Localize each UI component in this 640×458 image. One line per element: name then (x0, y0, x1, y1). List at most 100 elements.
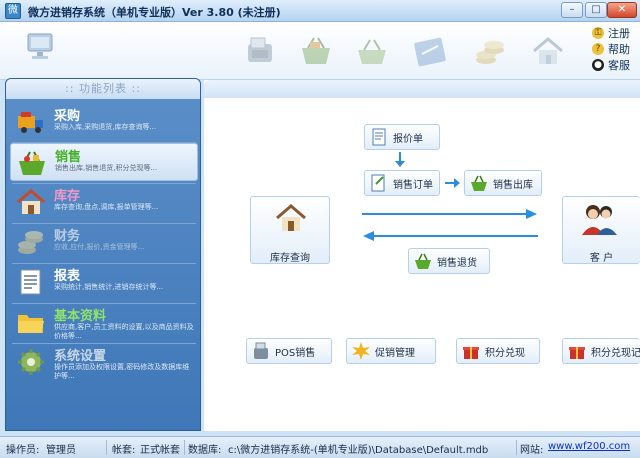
document-icon (372, 128, 386, 146)
app-icon: 微 (5, 3, 21, 19)
sales-return-button[interactable]: 销售退货 (408, 248, 490, 274)
window-title: 微方进销存系统（单机专业版）Ver 3.80 (未注册) (28, 6, 281, 19)
sidebar-item-purchase[interactable]: 采购 采购入库,采购退货,库存查询等... (10, 103, 198, 141)
sales-out-button[interactable]: 销售出库 (464, 170, 542, 196)
truck-icon (18, 112, 43, 133)
quote-button[interactable]: 报价单 (364, 124, 440, 150)
sidebar-item-desc: 供应商,客户,员工资料的设置,以及商品资料及价格等... (54, 323, 194, 340)
starburst-icon (352, 342, 370, 360)
sidebar-item-reports[interactable]: 报表 采购统计,销售统计,进销存统计等... (10, 263, 198, 301)
promotion-button[interactable]: 促销管理 (346, 338, 436, 364)
sidebar-item-inventory[interactable]: 库存 库存查询,盘点,调库,报单管理等... (10, 183, 198, 221)
function-sidebar: :: 功能列表 :: 采购 采购入库,采购退货,库存查询等... 销售 销售出库… (5, 78, 201, 431)
home-icon (17, 189, 45, 214)
sidebar-item-desc: 采购入库,采购退货,库存查询等... (54, 123, 157, 131)
home-icon (276, 204, 306, 231)
points-record-button[interactable]: 积分兑现记录 (562, 338, 640, 364)
sales-order-button[interactable]: 销售订单 (364, 170, 440, 196)
shopping-basket-icon[interactable] (298, 34, 334, 68)
arrow-right-icon (445, 178, 460, 188)
gear-icon (18, 349, 44, 375)
operator-value: 管理员 (46, 445, 76, 456)
toolbar: ⚿ 注册 ? 帮助 ● 客服 (0, 22, 640, 80)
sidebar-item-sales[interactable]: 销售 销售出库,销售退货,积分兑现等... (10, 143, 198, 181)
coins-icon (18, 231, 43, 254)
basket-return-icon[interactable] (354, 34, 390, 68)
status-bar: 操作员: 管理员 帐套: 正式帐套 数据库: c:\微方进销存系统-(单机专业版… (0, 436, 640, 458)
help-label: 帮助 (608, 43, 630, 56)
sidebar-item-system-settings[interactable]: 系统设置 操作员添加及权限设置,密码修改及数据库维护等... (10, 343, 198, 381)
sales-out-label: 销售出库 (493, 179, 533, 191)
pos-sales-button[interactable]: POS销售 (246, 338, 332, 364)
points-record-label: 积分兑现记录 (591, 347, 640, 359)
arrow-right-icon (362, 209, 537, 219)
support-label: 客服 (608, 59, 630, 72)
divider (106, 440, 107, 455)
title-bar: 微 微方进销存系统（单机专业版）Ver 3.80 (未注册) – □ ✕ (0, 0, 640, 22)
help-icon: ? (592, 43, 604, 55)
sidebar-item-label: 销售 (55, 150, 82, 165)
pos-machine-icon (254, 342, 268, 359)
coins-icon[interactable] (472, 34, 508, 68)
customer-label: 客 户 (589, 253, 614, 264)
arrow-left-icon (363, 231, 538, 241)
quote-label: 报价单 (393, 133, 423, 145)
help-link[interactable]: ? 帮助 (592, 41, 630, 57)
key-icon: ⚿ (592, 27, 604, 39)
sidebar-item-desc: 销售出库,销售退货,积分兑现等... (55, 164, 158, 172)
sales-flow-panel: 报价单 销售订单 销售出库 库存查询 客 户 销售退货 POS销售 促销管理 积… (204, 80, 640, 431)
report-document-icon (20, 269, 41, 295)
shopping-basket-icon (415, 253, 431, 269)
sidebar-item-label: 财务 (54, 229, 81, 244)
top-links: ⚿ 注册 ? 帮助 ● 客服 (592, 25, 630, 73)
database-path: c:\微方进销存系统-(单机专业版)\Database\Default.mdb (228, 445, 489, 456)
arrow-down-icon (395, 152, 405, 167)
gift-icon (569, 347, 585, 359)
operator-label: 操作员: (6, 445, 40, 456)
sidebar-item-label: 报表 (54, 269, 81, 284)
qq-icon: ● (592, 59, 604, 71)
database-label: 数据库: (188, 445, 222, 456)
customers-icon (582, 205, 617, 235)
divider (516, 440, 517, 455)
sidebar-item-label: 库存 (54, 189, 81, 204)
sales-return-label: 销售退货 (437, 257, 477, 269)
sidebar-item-finance[interactable]: 财务 应收,应付,报价,资金管理等... (10, 223, 198, 261)
computer-icon (27, 33, 53, 59)
pos-sales-label: POS销售 (275, 347, 316, 359)
calculator-icon[interactable] (412, 34, 448, 68)
sidebar-item-basic-data[interactable]: 基本资料 供应商,客户,员工资料的设置,以及商品资料及价格等... (10, 303, 198, 341)
divider (184, 440, 185, 455)
sidebar-item-desc: 操作员添加及权限设置,密码修改及数据库维护等... (54, 363, 190, 380)
sidebar-item-desc: 应收,应付,报价,资金管理等... (54, 243, 145, 251)
pos-machine-icon[interactable] (242, 34, 278, 68)
sidebar-header: :: 功能列表 :: (6, 79, 200, 99)
register-link[interactable]: ⚿ 注册 (592, 25, 630, 41)
account-value: 正式帐套 (140, 445, 180, 456)
home-icon[interactable] (530, 34, 566, 68)
website-link[interactable]: www.wf200.com (548, 441, 630, 452)
sidebar-item-desc: 库存查询,盘点,调库,报单管理等... (54, 203, 159, 211)
support-link[interactable]: ● 客服 (592, 57, 630, 73)
gift-icon (463, 347, 479, 359)
customer-button[interactable]: 客 户 (562, 196, 640, 264)
minimize-button[interactable]: – (561, 2, 583, 18)
close-button[interactable]: ✕ (607, 2, 637, 18)
promotion-label: 促销管理 (375, 347, 415, 359)
panel-header (204, 80, 640, 98)
order-form-icon (371, 174, 385, 192)
sidebar-item-label: 采购 (54, 109, 81, 124)
inventory-query-label: 库存查询 (270, 253, 310, 264)
maximize-button[interactable]: □ (585, 2, 607, 18)
points-redeem-label: 积分兑现 (485, 347, 525, 359)
website-label: 网站: (520, 445, 544, 456)
folder-icon (18, 315, 44, 333)
sidebar-item-desc: 采购统计,销售统计,进销存统计等... (54, 283, 164, 291)
register-label: 注册 (608, 27, 630, 40)
inventory-query-button[interactable]: 库存查询 (250, 196, 330, 264)
points-redeem-button[interactable]: 积分兑现 (456, 338, 540, 364)
sidebar-item-label: 基本资料 (54, 309, 107, 324)
shopping-basket-icon (471, 175, 487, 191)
shopping-basket-icon (19, 151, 45, 175)
sidebar-item-label: 系统设置 (54, 349, 107, 364)
